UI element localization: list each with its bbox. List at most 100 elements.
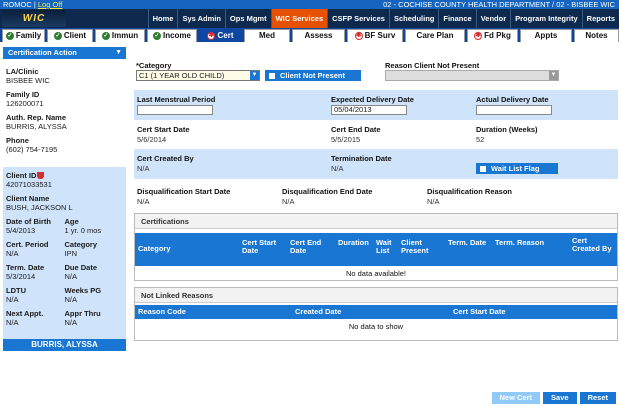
tab-care-plan[interactable]: Care Plan xyxy=(405,29,465,42)
client-tabs: ✓ Family ✓ Client ✓ Immun ✓ Income ✱ Cert Med Asses… xyxy=(0,28,619,42)
alert-icon: ✱ xyxy=(207,32,216,40)
column-header[interactable]: Client Present xyxy=(401,239,445,255)
auth-rep-value: BURRIS, ALYSSA xyxy=(6,122,67,131)
cert-period-label: Cert. Period xyxy=(6,240,49,249)
category-select[interactable]: C1 (1 YEAR OLD CHILD) ▼ xyxy=(136,70,260,81)
la-clinic-label: LA/Clinic xyxy=(6,67,39,76)
nav-csfp-services[interactable]: CSFP Services xyxy=(327,9,389,28)
save-button[interactable]: Save xyxy=(543,392,577,404)
column-header[interactable]: Reason Code xyxy=(138,308,186,316)
nav-home[interactable]: Home xyxy=(147,9,178,28)
client-details: Client ID 42071033531 Client Name BUSH, … xyxy=(3,167,126,341)
department-label: 02 - COCHISE COUNTY HEALTH DEPARTMENT / … xyxy=(383,0,615,9)
nav-scheduling[interactable]: Scheduling xyxy=(388,9,438,28)
add-input[interactable] xyxy=(476,105,552,115)
reset-button[interactable]: Reset xyxy=(579,392,616,404)
chevron-down-icon: ▼ xyxy=(549,71,558,80)
tab-label: Fd Pkg xyxy=(484,31,511,40)
certifications-header: Category Cert Start Date Cert End Date Dura… xyxy=(135,233,617,266)
top-status-bar: ROMOC | Log Off 02 - COCHISE COUNTY HEAL… xyxy=(0,0,619,9)
cert-start-label: Cert Start Date xyxy=(137,125,190,134)
tab-label: Med xyxy=(259,31,275,40)
nav-ops-mgmt[interactable]: Ops Mgmt xyxy=(224,9,271,28)
add-label: Actual Delivery Date xyxy=(476,95,549,104)
termination-value: N/A xyxy=(331,164,344,173)
tab-label: Family xyxy=(15,31,42,40)
nav-program-integrity[interactable]: Program Integrity xyxy=(510,9,582,28)
tab-label: Appts xyxy=(534,31,558,40)
next-appt-value: N/A xyxy=(6,318,19,327)
nav-reports[interactable]: Reports xyxy=(581,9,619,28)
disq-start-label: Disqualification Start Date xyxy=(137,187,231,196)
duration-label: Duration (Weeks) xyxy=(476,125,538,134)
lmp-input[interactable] xyxy=(137,105,213,115)
column-header[interactable]: Cert Created By xyxy=(572,237,612,253)
client-not-present-checkbox[interactable]: Client Not Present xyxy=(265,70,361,81)
certifications-panel: Certifications Category Cert Start Date Ce… xyxy=(134,213,618,281)
checkmark-icon: ✓ xyxy=(53,32,62,40)
tab-fd-pkg[interactable]: ✱ Fd Pkg xyxy=(467,29,518,42)
column-header[interactable]: Cert Start Date xyxy=(453,308,506,316)
tab-label: Cert xyxy=(217,31,234,40)
appr-thru-value: N/A xyxy=(64,318,78,327)
column-header[interactable]: Wait List xyxy=(376,239,398,255)
not-linked-header: Reason Code Created Date Cert Start Date xyxy=(135,305,617,319)
column-header[interactable]: Cert End Date xyxy=(290,239,334,255)
cert-end-label: Cert End Date xyxy=(331,125,381,134)
column-header[interactable]: Term. Date xyxy=(448,239,492,247)
nav-sys-admin[interactable]: Sys Admin xyxy=(177,9,224,28)
alert-icon: ✱ xyxy=(354,32,363,40)
nav-vendor[interactable]: Vendor xyxy=(475,9,510,28)
client-sidebar: Certification Action ▼ LA/Clinic BISBEE … xyxy=(3,47,126,352)
new-cert-button[interactable]: New Cert xyxy=(491,392,541,404)
edd-label: Expected Delivery Date xyxy=(331,95,414,104)
weeks-pg-label: Weeks PG xyxy=(64,286,102,295)
column-header[interactable]: Cert Start Date xyxy=(242,239,286,255)
term-date-label: Term. Date xyxy=(6,263,45,272)
edd-input[interactable]: 05/04/2013 xyxy=(331,105,407,115)
auth-rep-footer: BURRIS, ALYSSA xyxy=(3,339,126,351)
column-header[interactable]: Duration xyxy=(338,239,374,247)
top-menu: Home Sys Admin Ops Mgmt WIC Services CSFP Se… xyxy=(147,9,619,28)
reason-not-present-select[interactable]: ▼ xyxy=(385,70,559,81)
created-by-value: N/A xyxy=(137,164,150,173)
tab-client[interactable]: ✓ Client xyxy=(47,29,93,42)
tab-med[interactable]: Med xyxy=(244,29,290,42)
cert-period-value: N/A xyxy=(6,249,19,258)
not-linked-panel: Not Linked Reasons Reason Code Created Da… xyxy=(134,287,618,341)
certification-action-menu[interactable]: Certification Action ▼ xyxy=(3,47,126,59)
tab-income[interactable]: ✓ Income xyxy=(147,29,197,42)
tab-cert[interactable]: ✱ Cert xyxy=(199,29,242,42)
column-header[interactable]: Created Date xyxy=(295,308,341,316)
disq-start-value: N/A xyxy=(137,197,150,206)
tab-notes[interactable]: Notes xyxy=(574,29,619,42)
family-id-label: Family ID xyxy=(6,90,40,99)
termination-label: Termination Date xyxy=(331,154,392,163)
appr-thru-label: Appr Thru xyxy=(64,309,101,318)
column-header[interactable]: Term. Reason xyxy=(495,239,565,247)
tab-label: BF Surv xyxy=(364,31,396,40)
wait-list-flag-checkbox[interactable]: Wait List Flag xyxy=(476,163,558,174)
certification-action-label: Certification Action xyxy=(8,48,77,57)
not-linked-title: Not Linked Reasons xyxy=(135,288,617,303)
ldtu-label: LDTU xyxy=(6,286,26,295)
phone-value: (602) 754-7195 xyxy=(6,145,58,154)
nav-finance[interactable]: Finance xyxy=(438,9,475,28)
tab-label: Client xyxy=(63,31,87,40)
nav-wic-services[interactable]: WIC Services xyxy=(270,9,328,28)
certifications-title: Certifications xyxy=(135,214,617,229)
tab-family[interactable]: ✓ Family xyxy=(2,29,45,42)
lmp-label: Last Menstrual Period xyxy=(137,95,216,104)
tab-bf-surv[interactable]: ✱ BF Surv xyxy=(347,29,403,42)
category-select-value: C1 (1 YEAR OLD CHILD) xyxy=(139,71,225,80)
tab-appts[interactable]: Appts xyxy=(520,29,572,42)
column-header[interactable]: Category xyxy=(138,245,228,253)
term-date-value: 5/3/2014 xyxy=(6,272,36,281)
logoff-link[interactable]: Log Off xyxy=(38,0,62,9)
disq-reason-label: Disqualification Reason xyxy=(427,187,513,196)
tab-assess[interactable]: Assess xyxy=(292,29,345,42)
tab-label: Notes xyxy=(585,31,608,40)
tab-label: Immun xyxy=(111,31,139,40)
wic-logo: WIC xyxy=(2,10,66,27)
tab-immun[interactable]: ✓ Immun xyxy=(95,29,145,42)
